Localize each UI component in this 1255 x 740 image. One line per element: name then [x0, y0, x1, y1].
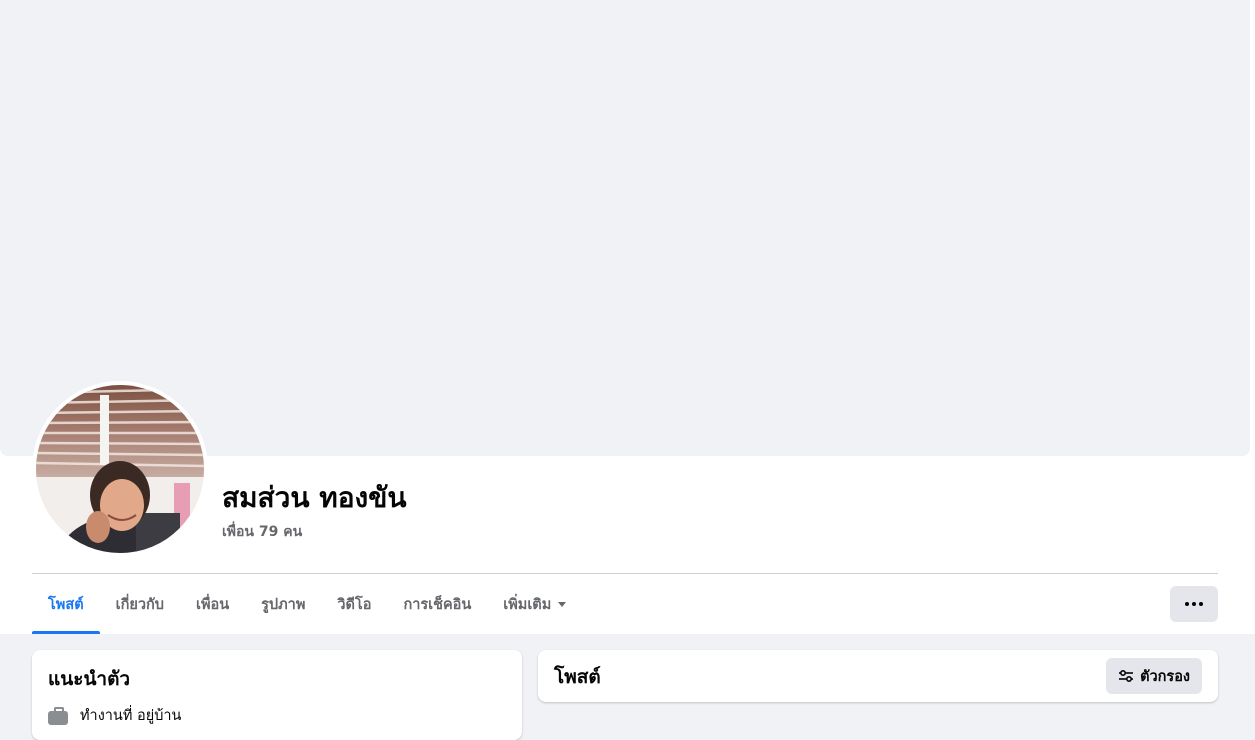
profile-picture-frame	[32, 381, 208, 557]
filter-button[interactable]: ตัวกรอง	[1106, 658, 1202, 694]
tab-more[interactable]: เพิ่มเติม	[487, 574, 582, 634]
profile-picture[interactable]	[36, 385, 204, 553]
caret-down-icon	[558, 601, 567, 607]
tab-checkins[interactable]: การเช็คอิน	[387, 574, 487, 634]
profile-tabs: โพสต์ เกี่ยวกับ เพื่อน รูปภาพ วิดีโอ การ…	[32, 574, 582, 634]
more-dots-icon	[1192, 602, 1196, 606]
tab-label: เพิ่มเติม	[503, 596, 552, 613]
profile-photo-image	[36, 385, 204, 553]
profile-name: สมส่วน ทองขัน	[222, 481, 407, 514]
tab-label: การเช็คอิน	[403, 596, 472, 613]
tab-photos[interactable]: รูปภาพ	[245, 574, 321, 634]
posts-title: โพสต์	[554, 666, 601, 688]
briefcase-icon	[48, 706, 68, 725]
more-options-button[interactable]	[1170, 586, 1218, 622]
cover-photo[interactable]	[0, 0, 1250, 456]
tab-about[interactable]: เกี่ยวกับ	[100, 574, 180, 634]
posts-card: โพสต์ ตัวกรอง	[538, 650, 1218, 702]
profile-header: สมส่วน ทองขัน เพื่อน 79 คน โพสต์ เกี่ยวก…	[0, 0, 1255, 634]
more-dots-icon	[1185, 602, 1189, 606]
tab-label: เกี่ยวกับ	[115, 596, 164, 613]
tab-label: วิดีโอ	[337, 596, 372, 613]
intro-work-item: ทำงานที่ อยู่บ้าน	[48, 704, 181, 727]
tab-friends[interactable]: เพื่อน	[180, 574, 245, 634]
intro-work-text: ทำงานที่ อยู่บ้าน	[80, 708, 182, 724]
filter-label: ตัวกรอง	[1140, 668, 1190, 685]
intro-title: แนะนำตัว	[48, 668, 131, 690]
tab-label: โพสต์	[48, 596, 84, 613]
tab-label: เพื่อน	[195, 596, 230, 613]
sliders-icon	[1119, 669, 1134, 683]
tab-posts[interactable]: โพสต์	[32, 574, 100, 634]
tab-videos[interactable]: วิดีโอ	[321, 574, 387, 634]
intro-card: แนะนำตัว ทำงานที่ อยู่บ้าน	[32, 650, 522, 740]
tab-label: รูปภาพ	[261, 596, 306, 613]
more-dots-icon	[1199, 602, 1203, 606]
friend-count[interactable]: เพื่อน 79 คน	[222, 521, 302, 543]
scrollbar-gutter	[1251, 0, 1255, 634]
